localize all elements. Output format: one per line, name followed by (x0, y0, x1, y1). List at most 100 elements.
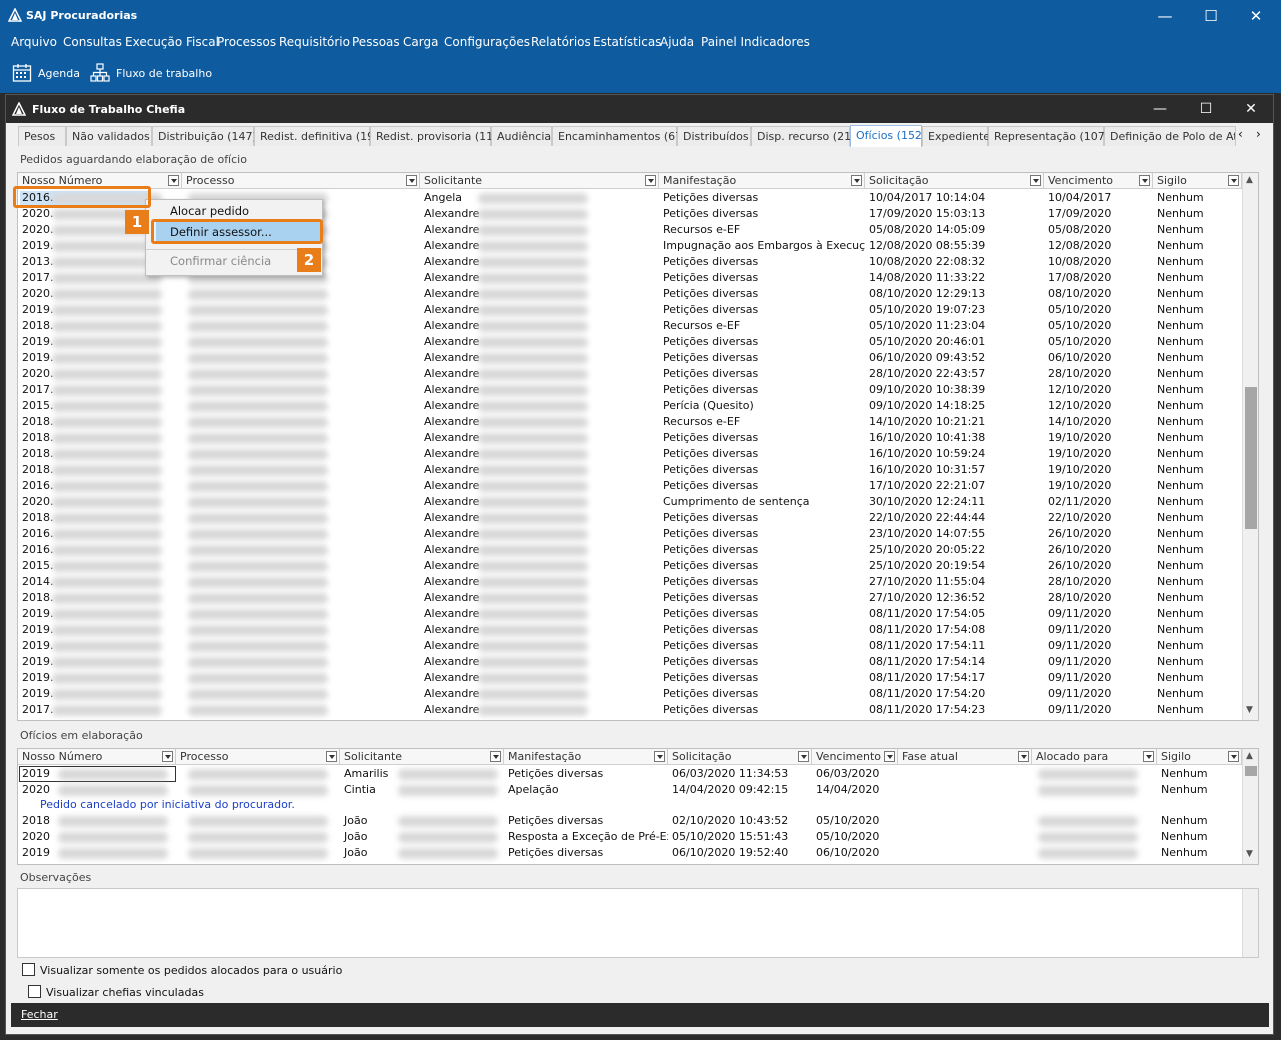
table-row[interactable]: 2017. Alexandre Petições diversas 08/11/202… (18, 702, 1242, 718)
col-solicitacao[interactable]: Solicitação (668, 749, 812, 765)
filter-dropdown-icon[interactable] (851, 175, 862, 186)
filter-dropdown-icon[interactable] (645, 175, 656, 186)
tab-redist-provisoria[interactable]: Redist. provisoria (11) (370, 126, 497, 146)
filter-dropdown-icon[interactable] (168, 175, 179, 186)
scroll-up-icon[interactable]: ▲ (1246, 175, 1253, 185)
filter-dropdown-icon[interactable] (654, 751, 665, 762)
minimize-icon[interactable]: — (1140, 98, 1180, 120)
tab-pesos[interactable]: Pesos (18, 126, 66, 146)
col-sigilo[interactable]: Sigilo (1157, 749, 1242, 765)
tab-distribuidos[interactable]: Distribuídos (677, 126, 751, 146)
col-manifestacao[interactable]: Manifestação (504, 749, 668, 765)
observacoes-textarea[interactable] (17, 888, 1259, 958)
table-row[interactable]: 2019. Alexandre Petições diversas 05/10/202… (18, 334, 1242, 350)
scroll-thumb[interactable] (1245, 766, 1257, 776)
col-alocado-para[interactable]: Alocado para (1032, 749, 1157, 765)
filter-dropdown-icon[interactable] (1228, 751, 1239, 762)
filter-dropdown-icon[interactable] (1139, 175, 1150, 186)
table-row[interactable]: 2019 Amarilis Petições diversas 06/03/2020 … (18, 766, 1242, 782)
scroll-down-icon[interactable]: ▼ (1246, 849, 1253, 859)
menu-painel-indicadores[interactable]: Painel Indicadores (701, 35, 810, 49)
table-row[interactable]: 2019. Alexandre Petições diversas 08/11/202… (18, 606, 1242, 622)
tab-scroll-right-icon[interactable]: › (1256, 127, 1261, 141)
col-nosso-numero[interactable]: Nosso Número (18, 749, 176, 765)
col-vencimento[interactable]: Vencimento (812, 749, 898, 765)
table-row[interactable]: 2018. Alexandre Petições diversas 16/10/202… (18, 462, 1242, 478)
table-row[interactable]: 2020. Alexandre Petições diversas 28/10/202… (18, 366, 1242, 382)
table-row[interactable]: 2018. Alexandre Petições diversas 22/10/202… (18, 510, 1242, 526)
table-row[interactable]: 2019. Alexandre Petições diversas 05/10/202… (18, 302, 1242, 318)
tab-encaminhamentos[interactable]: Encaminhamentos (67) (552, 126, 686, 146)
table-row[interactable]: 2020 João Resposta a Exceção de Pré-Exec 05… (18, 829, 1242, 845)
table-row[interactable]: 2015. Alexandre Petições diversas 25/10/202… (18, 558, 1242, 574)
table-row[interactable]: 2020. Alexandre Petições diversas 08/10/202… (18, 286, 1242, 302)
tab-disp-recurso[interactable]: Disp. recurso (21) (751, 126, 855, 146)
table-row[interactable]: 2018. Alexandre Petições diversas 27/10/202… (18, 590, 1242, 606)
table-row[interactable]: 2020. Alexandre Cumprimento de sentença 30/… (18, 494, 1242, 510)
table-row[interactable]: 2018. Alexandre Recursos e-EF 14/10/2020 10… (18, 414, 1242, 430)
table-row[interactable]: 2016. Alexandre Petições diversas 23/10/202… (18, 526, 1242, 542)
col-fase-atual[interactable]: Fase atual (898, 749, 1032, 765)
table-row[interactable]: 2019. Alexandre Petições diversas 06/10/202… (18, 350, 1242, 366)
observacoes-scrollbar[interactable] (1242, 889, 1258, 957)
col-solicitacao[interactable]: Solicitação (865, 173, 1044, 189)
tab-distribuicao[interactable]: Distribuição (147) (152, 126, 257, 146)
menu-arquivo[interactable]: Arquivo (11, 35, 57, 49)
table-row[interactable]: 2018 João Petições diversas 02/10/2020 10:4… (18, 813, 1242, 829)
tab-oficios[interactable]: Ofícios (152) (850, 125, 926, 147)
pedidos-scrollbar[interactable]: ▲ ▼ (1242, 173, 1258, 720)
menu-configuracoes[interactable]: Configurações (444, 35, 530, 49)
menu-relatorios[interactable]: Relatórios (531, 35, 591, 49)
filter-dropdown-icon[interactable] (1143, 751, 1154, 762)
scroll-up-icon[interactable]: ▲ (1246, 751, 1253, 761)
filter-dropdown-icon[interactable] (1228, 175, 1239, 186)
menu-processos[interactable]: Processos (217, 35, 276, 49)
col-solicitante[interactable]: Solicitante (340, 749, 504, 765)
filter-dropdown-icon[interactable] (326, 751, 337, 762)
maximize-icon[interactable]: ☐ (1186, 98, 1226, 120)
col-vencimento[interactable]: Vencimento (1044, 173, 1153, 189)
col-sigilo[interactable]: Sigilo (1153, 173, 1242, 189)
fluxo-trabalho-button[interactable]: Fluxo de trabalho (90, 62, 212, 84)
tab-redist-definitiva[interactable]: Redist. definitiva (19) (254, 126, 378, 146)
close-icon[interactable]: ✕ (1236, 4, 1276, 28)
table-row[interactable]: 2015. Alexandre Perícia (Quesito) 09/10/202… (18, 398, 1242, 414)
col-processo[interactable]: Processo (182, 173, 420, 189)
only-allocated-checkbox[interactable] (22, 963, 35, 976)
tab-scroll-left-icon[interactable]: ‹ (1238, 127, 1243, 141)
minimize-icon[interactable]: — (1145, 4, 1185, 28)
agenda-button[interactable]: Agenda (12, 62, 80, 84)
table-row[interactable]: 2018. Alexandre Recursos e-EF 05/10/2020 11… (18, 318, 1242, 334)
filter-dropdown-icon[interactable] (1030, 175, 1041, 186)
menu-estatisticas[interactable]: Estatísticas (593, 35, 661, 49)
menu-ajuda[interactable]: Ajuda (660, 35, 694, 49)
menu-execucao-fiscal[interactable]: Execução Fiscal (125, 35, 219, 49)
tab-expediente[interactable]: Expediente (922, 126, 990, 146)
scroll-down-icon[interactable]: ▼ (1246, 705, 1253, 715)
filter-dropdown-icon[interactable] (162, 751, 173, 762)
table-row[interactable]: 2019 João Petições diversas 06/10/2020 19:5… (18, 845, 1242, 861)
table-row[interactable]: 2014. Alexandre Petições diversas 27/10/202… (18, 574, 1242, 590)
oficios-scrollbar[interactable]: ▲ ▼ (1242, 749, 1258, 864)
fechar-button[interactable]: Fechar (21, 1008, 58, 1021)
tab-definicao-polo[interactable]: Definição de Polo de Atu (1104, 126, 1236, 146)
maximize-icon[interactable]: ☐ (1191, 4, 1231, 28)
table-row[interactable]: 2018. Alexandre Petições diversas 16/10/202… (18, 446, 1242, 462)
menu-pessoas[interactable]: Pessoas (352, 35, 400, 49)
table-row[interactable]: 2016. Alexandre Petições diversas 25/10/202… (18, 542, 1242, 558)
menu-requisitorio[interactable]: Requisitório (279, 35, 350, 49)
linked-chiefs-checkbox[interactable] (28, 985, 41, 998)
filter-dropdown-icon[interactable] (884, 751, 895, 762)
ctx-alocar-pedido[interactable]: Alocar pedido (170, 204, 249, 218)
col-manifestacao[interactable]: Manifestação (659, 173, 865, 189)
tab-representacao[interactable]: Representação (107) (988, 126, 1109, 146)
close-icon[interactable]: ✕ (1231, 98, 1271, 120)
menu-consultas[interactable]: Consultas (63, 35, 122, 49)
table-row[interactable]: 2017. Alexandre Petições diversas 09/10/202… (18, 382, 1242, 398)
table-row[interactable]: 2019. Alexandre Petições diversas 08/11/202… (18, 622, 1242, 638)
table-row[interactable]: 2016. Alexandre Petições diversas 17/10/202… (18, 478, 1242, 494)
filter-dropdown-icon[interactable] (406, 175, 417, 186)
table-row[interactable]: 2020 Cintia Apelação 14/04/2020 09:42:15 14/… (18, 782, 1242, 798)
table-row[interactable]: 2019. Alexandre Petições diversas 08/11/202… (18, 670, 1242, 686)
table-row[interactable]: 2019. Alexandre Petições diversas 08/11/202… (18, 638, 1242, 654)
